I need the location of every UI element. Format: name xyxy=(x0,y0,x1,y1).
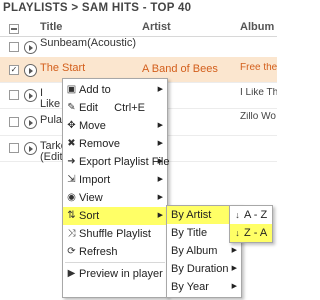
menu-item-edit[interactable]: ✎ Edit Ctrl+E xyxy=(63,99,167,117)
row-artist: A Band of Bees xyxy=(142,63,218,75)
play-icon[interactable] xyxy=(24,116,37,129)
row-album: I Like Th here xyxy=(240,88,277,98)
breadcrumb[interactable]: PLAYLISTS > SAM HITS - TOP 40 xyxy=(3,0,191,17)
sort-icon: ⇅ xyxy=(67,210,76,221)
menu-item-sort[interactable]: ⇅ Sort ▶ xyxy=(63,207,167,225)
submenu-arrow-icon: ▶ xyxy=(157,176,163,183)
refresh-icon: ⟳ xyxy=(67,246,76,257)
menu-item-label: Remove xyxy=(79,138,120,150)
move-icon: ✥ xyxy=(67,120,76,131)
table-header: Title Artist Album xyxy=(0,19,277,37)
export-icon: ➜ xyxy=(67,156,76,167)
sort-ascending-icon: ↓ xyxy=(235,210,240,220)
column-header-title[interactable]: Title xyxy=(40,19,62,36)
menu-item-export-playlist-file[interactable]: ➜ Export Playlist File ▶ xyxy=(63,153,170,171)
menu-item-label: By Album xyxy=(171,245,218,257)
menu-item-move[interactable]: ✥ Move ▶ xyxy=(63,117,167,135)
row-checkbox[interactable] xyxy=(9,42,19,52)
submenu-arrow-icon: ▶ xyxy=(157,158,163,165)
sort-by-album[interactable]: By Album ▶ xyxy=(167,242,241,260)
menu-item-view[interactable]: ◉ View ▶ xyxy=(63,189,167,207)
menu-item-label: Preview in player xyxy=(79,268,163,280)
menu-item-label: Sort xyxy=(79,210,100,222)
row-checkbox[interactable] xyxy=(9,90,19,100)
menu-item-label: Export Playlist File xyxy=(79,156,170,168)
play-icon[interactable] xyxy=(24,41,37,54)
shuffle-icon: ⤨ xyxy=(67,228,76,239)
menu-item-shuffle-playlist[interactable]: ⤨ Shuffle Playlist xyxy=(63,225,167,243)
menu-item-label: By Year xyxy=(171,281,209,293)
menu-item-label: Add to xyxy=(79,84,111,96)
submenu-arrow-icon: ▶ xyxy=(231,265,237,272)
column-header-artist[interactable]: Artist xyxy=(142,19,171,36)
row-title: Tarko (Edit) xyxy=(40,141,62,163)
menu-item-label: By Title xyxy=(171,227,208,239)
menu-item-add-to[interactable]: ▣ Add to ▶ xyxy=(63,81,167,99)
row-checkbox[interactable] xyxy=(9,117,19,127)
menu-item-label: Shuffle Playlist xyxy=(79,228,151,240)
menu-item-label: Import xyxy=(79,174,111,186)
play-icon: ▶ xyxy=(67,268,76,279)
column-header-album[interactable]: Album xyxy=(240,19,274,36)
menu-item-label: Refresh xyxy=(79,246,118,258)
submenu-arrow-icon: ▶ xyxy=(157,194,163,201)
menu-item-label: View xyxy=(79,192,103,204)
play-icon[interactable] xyxy=(24,89,37,102)
select-all-checkbox[interactable] xyxy=(9,24,19,34)
sort-order-z-a[interactable]: ↓ Z - A xyxy=(230,224,272,242)
sort-by-artist-submenu: ↓ A - Z ↓ Z - A xyxy=(229,205,273,243)
menu-item-import[interactable]: ⇲ Import ▶ xyxy=(63,171,167,189)
submenu-arrow-icon: ▶ xyxy=(231,283,237,290)
import-icon: ⇲ xyxy=(67,174,76,185)
submenu-arrow-icon: ▶ xyxy=(157,140,163,147)
menu-item-label: A - Z xyxy=(244,209,268,221)
view-icon: ◉ xyxy=(67,192,76,203)
menu-item-shortcut: Ctrl+E xyxy=(114,102,145,114)
edit-icon: ✎ xyxy=(67,102,76,113)
play-icon[interactable] xyxy=(24,64,37,77)
menu-item-preview-in-player[interactable]: ▶ Preview in player xyxy=(63,265,167,283)
row-album: Zillo Wo Massive xyxy=(240,112,277,122)
menu-separator xyxy=(65,262,165,263)
sort-order-a-z[interactable]: ↓ A - Z xyxy=(230,206,272,224)
row-checkbox[interactable] xyxy=(9,143,19,153)
sort-descending-icon: ↓ xyxy=(235,228,240,238)
menu-item-refresh[interactable]: ⟳ Refresh xyxy=(63,243,167,261)
table-row[interactable]: Sunbeam(Acoustic) xyxy=(0,37,277,58)
menu-item-label: Move xyxy=(79,120,106,132)
play-icon[interactable] xyxy=(24,142,37,155)
menu-item-remove[interactable]: ✖ Remove ▶ xyxy=(63,135,167,153)
menu-item-label: Edit xyxy=(79,102,98,114)
add-to-icon: ▣ xyxy=(66,84,77,95)
sort-by-duration[interactable]: By Duration ▶ xyxy=(167,260,241,278)
submenu-arrow-icon: ▶ xyxy=(157,86,163,93)
remove-icon: ✖ xyxy=(67,138,76,149)
submenu-arrow-icon: ▶ xyxy=(231,247,237,254)
sort-by-year[interactable]: By Year ▶ xyxy=(167,278,241,296)
menu-item-label: By Duration xyxy=(171,263,229,275)
row-album: Free the xyxy=(240,63,277,73)
submenu-arrow-icon: ▶ xyxy=(157,122,163,129)
row-checkbox[interactable]: ✓ xyxy=(9,65,19,75)
context-menu: ▣ Add to ▶ ✎ Edit Ctrl+E ✥ Move ▶ ✖ Remove ▶ ➜ Export… xyxy=(62,78,170,298)
menu-item-label: By Artist xyxy=(171,209,212,221)
menu-item-label: Z - A xyxy=(244,227,268,239)
submenu-arrow-icon: ▶ xyxy=(157,212,163,219)
